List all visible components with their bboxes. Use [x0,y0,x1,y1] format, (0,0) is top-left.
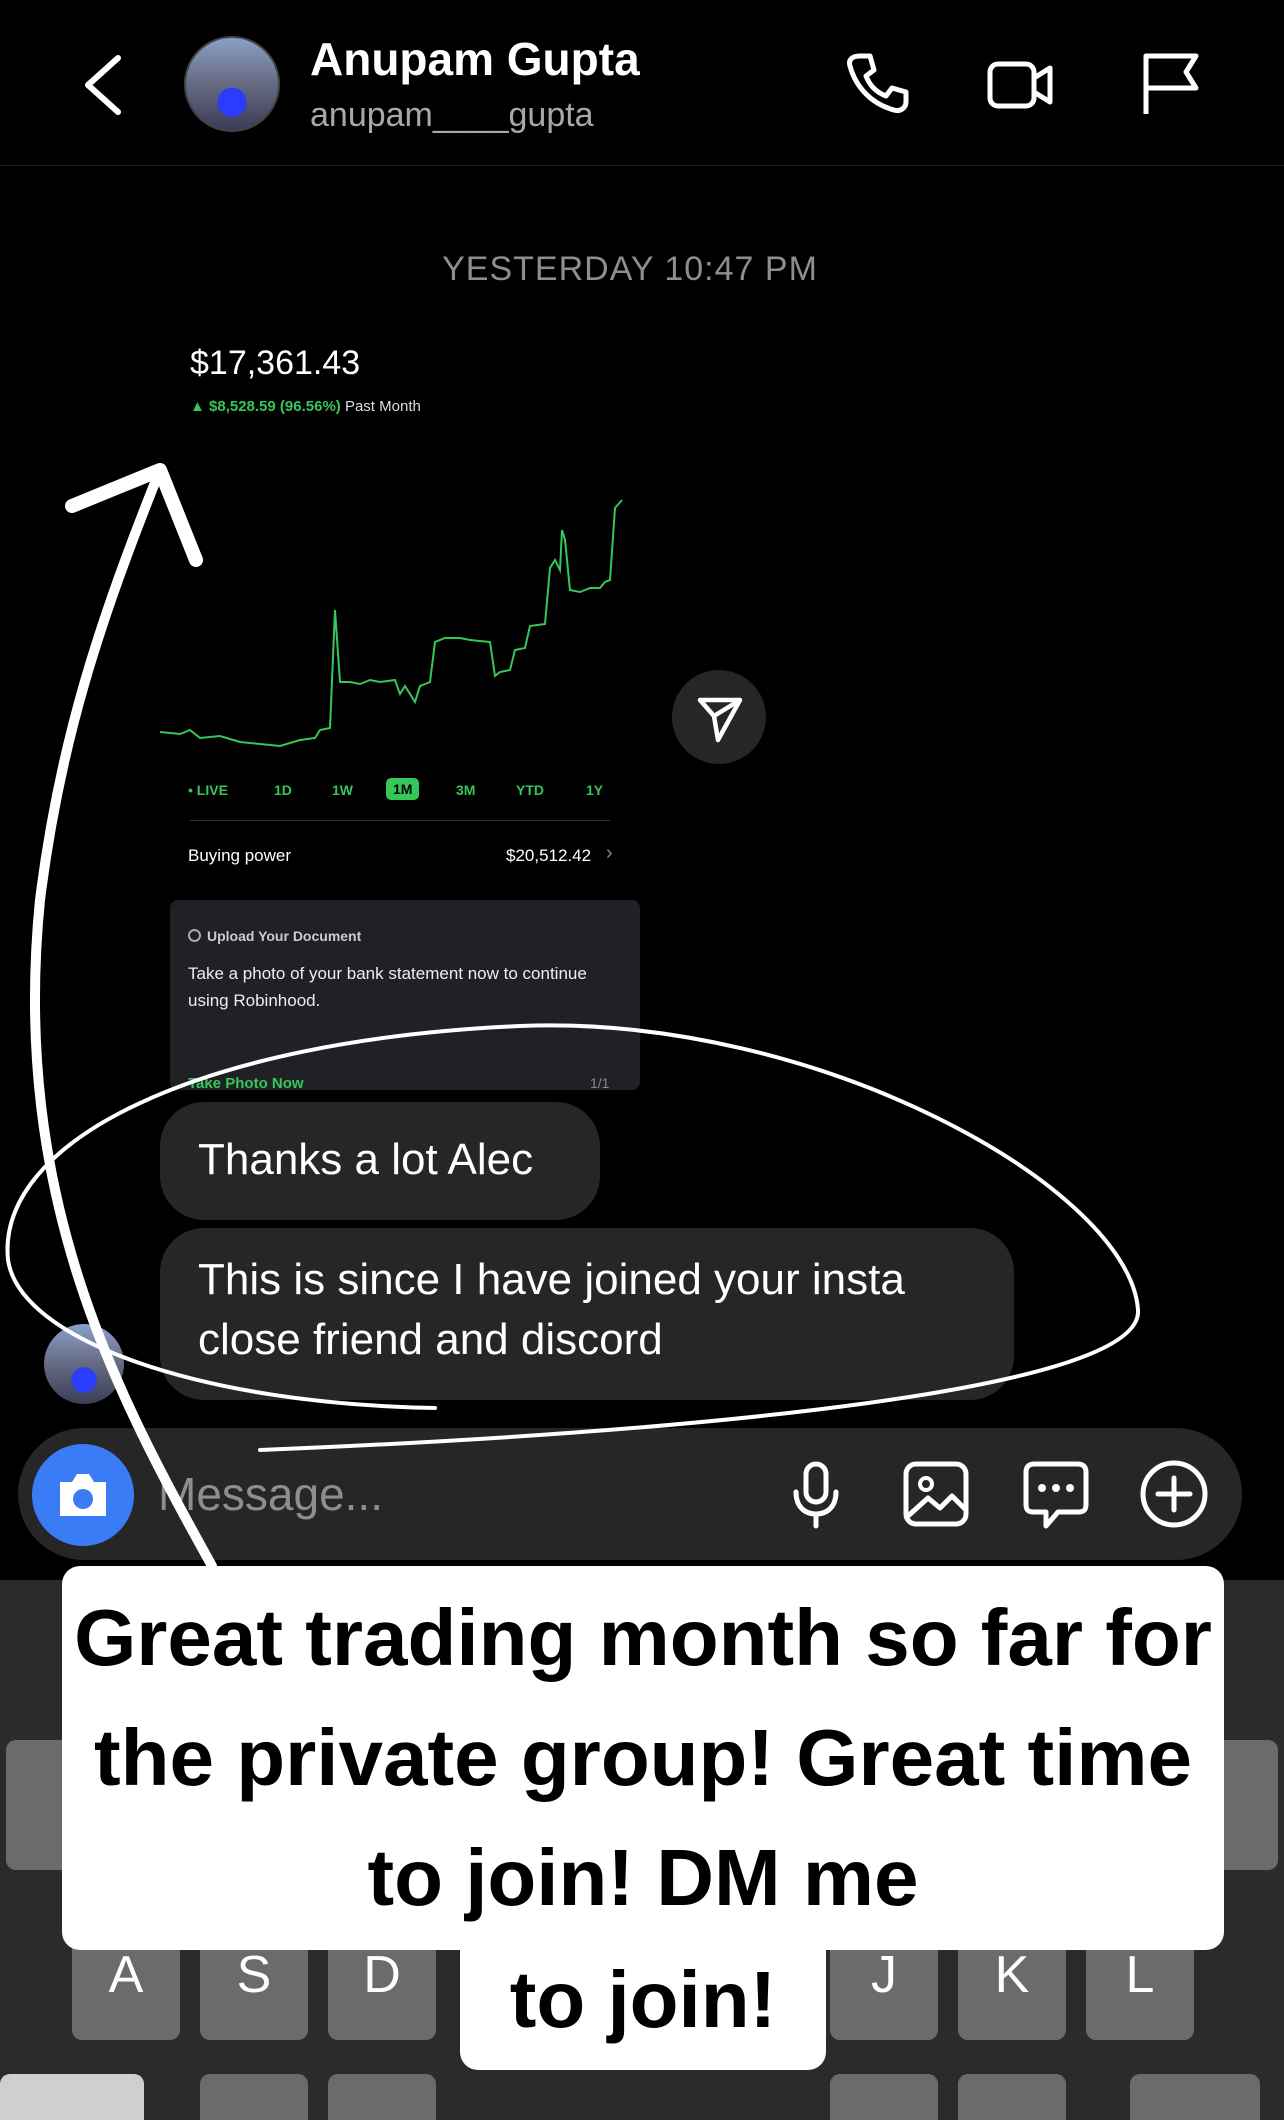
timeframe-tabs: • LIVE 1D 1W 1M 3M YTD 1Y [160,774,640,814]
message-timestamp: YESTERDAY 10:47 PM [442,250,818,288]
upload-document-card: Upload Your Document Take a photo of you… [170,900,640,1092]
card-link: Take Photo Now [188,1075,304,1092]
chart-line [160,499,623,748]
tab-1w: 1W [332,782,353,798]
chat-bubble-icon[interactable] [1018,1456,1094,1532]
message-input[interactable] [158,1456,718,1532]
image-icon[interactable] [898,1456,974,1532]
divider [190,820,610,821]
tab-3m: 3M [456,782,476,798]
video-icon[interactable] [984,48,1056,120]
message-composer [18,1428,1242,1560]
keyboard-key[interactable] [958,2074,1066,2120]
tab-ytd: YTD [516,782,544,798]
keyboard-key[interactable] [200,2074,308,2120]
chevron-left-icon[interactable] [74,50,134,120]
card-title: Upload Your Document [188,928,361,944]
keyboard-key[interactable] [328,2074,436,2120]
portfolio-chart [160,499,623,748]
contact-username: anupam____gupta [310,96,594,134]
chevron-right-icon: › [606,842,613,864]
card-pager: 1/1 [590,1075,610,1091]
message-bubble[interactable]: Thanks a lot Alec [160,1102,600,1220]
share-button[interactable] [672,670,766,764]
microphone-icon[interactable] [778,1456,854,1532]
tab-1y: 1Y [586,782,604,798]
camera-button[interactable] [32,1444,134,1546]
buying-power-label: Buying power [188,846,292,865]
tab-1d: 1D [274,782,292,798]
avatar[interactable] [184,36,280,132]
plus-circle-icon[interactable] [1136,1456,1212,1532]
story-caption: Great trading month so far for the priva… [62,1566,1224,1950]
shift-key[interactable] [0,2074,144,2120]
phone-icon[interactable] [840,48,912,120]
story-caption-tail: to join! [460,1940,826,2070]
camera-icon [60,1474,106,1516]
tab-1m: 1M [386,778,420,800]
keyboard-key[interactable] [830,2074,938,2120]
message-bubble[interactable]: This is since I have joined your insta c… [160,1228,1014,1400]
buying-power-value: $20,512.42 [506,846,592,865]
avatar[interactable] [44,1324,124,1404]
flag-icon[interactable] [1134,48,1206,120]
backspace-key[interactable] [1130,2074,1260,2120]
contact-name[interactable]: Anupam Gupta [310,32,640,86]
tab-live: • LIVE [188,782,228,798]
chat-header: Anupam Gupta anupam____gupta [0,0,1284,166]
shared-screenshot[interactable]: $17,361.43 ▲ $8,528.59 (96.56%) Past Mon… [160,330,640,1092]
send-icon [697,697,743,743]
fingerprint-icon [188,929,201,942]
card-body: Take a photo of your bank statement now … [188,964,587,1010]
